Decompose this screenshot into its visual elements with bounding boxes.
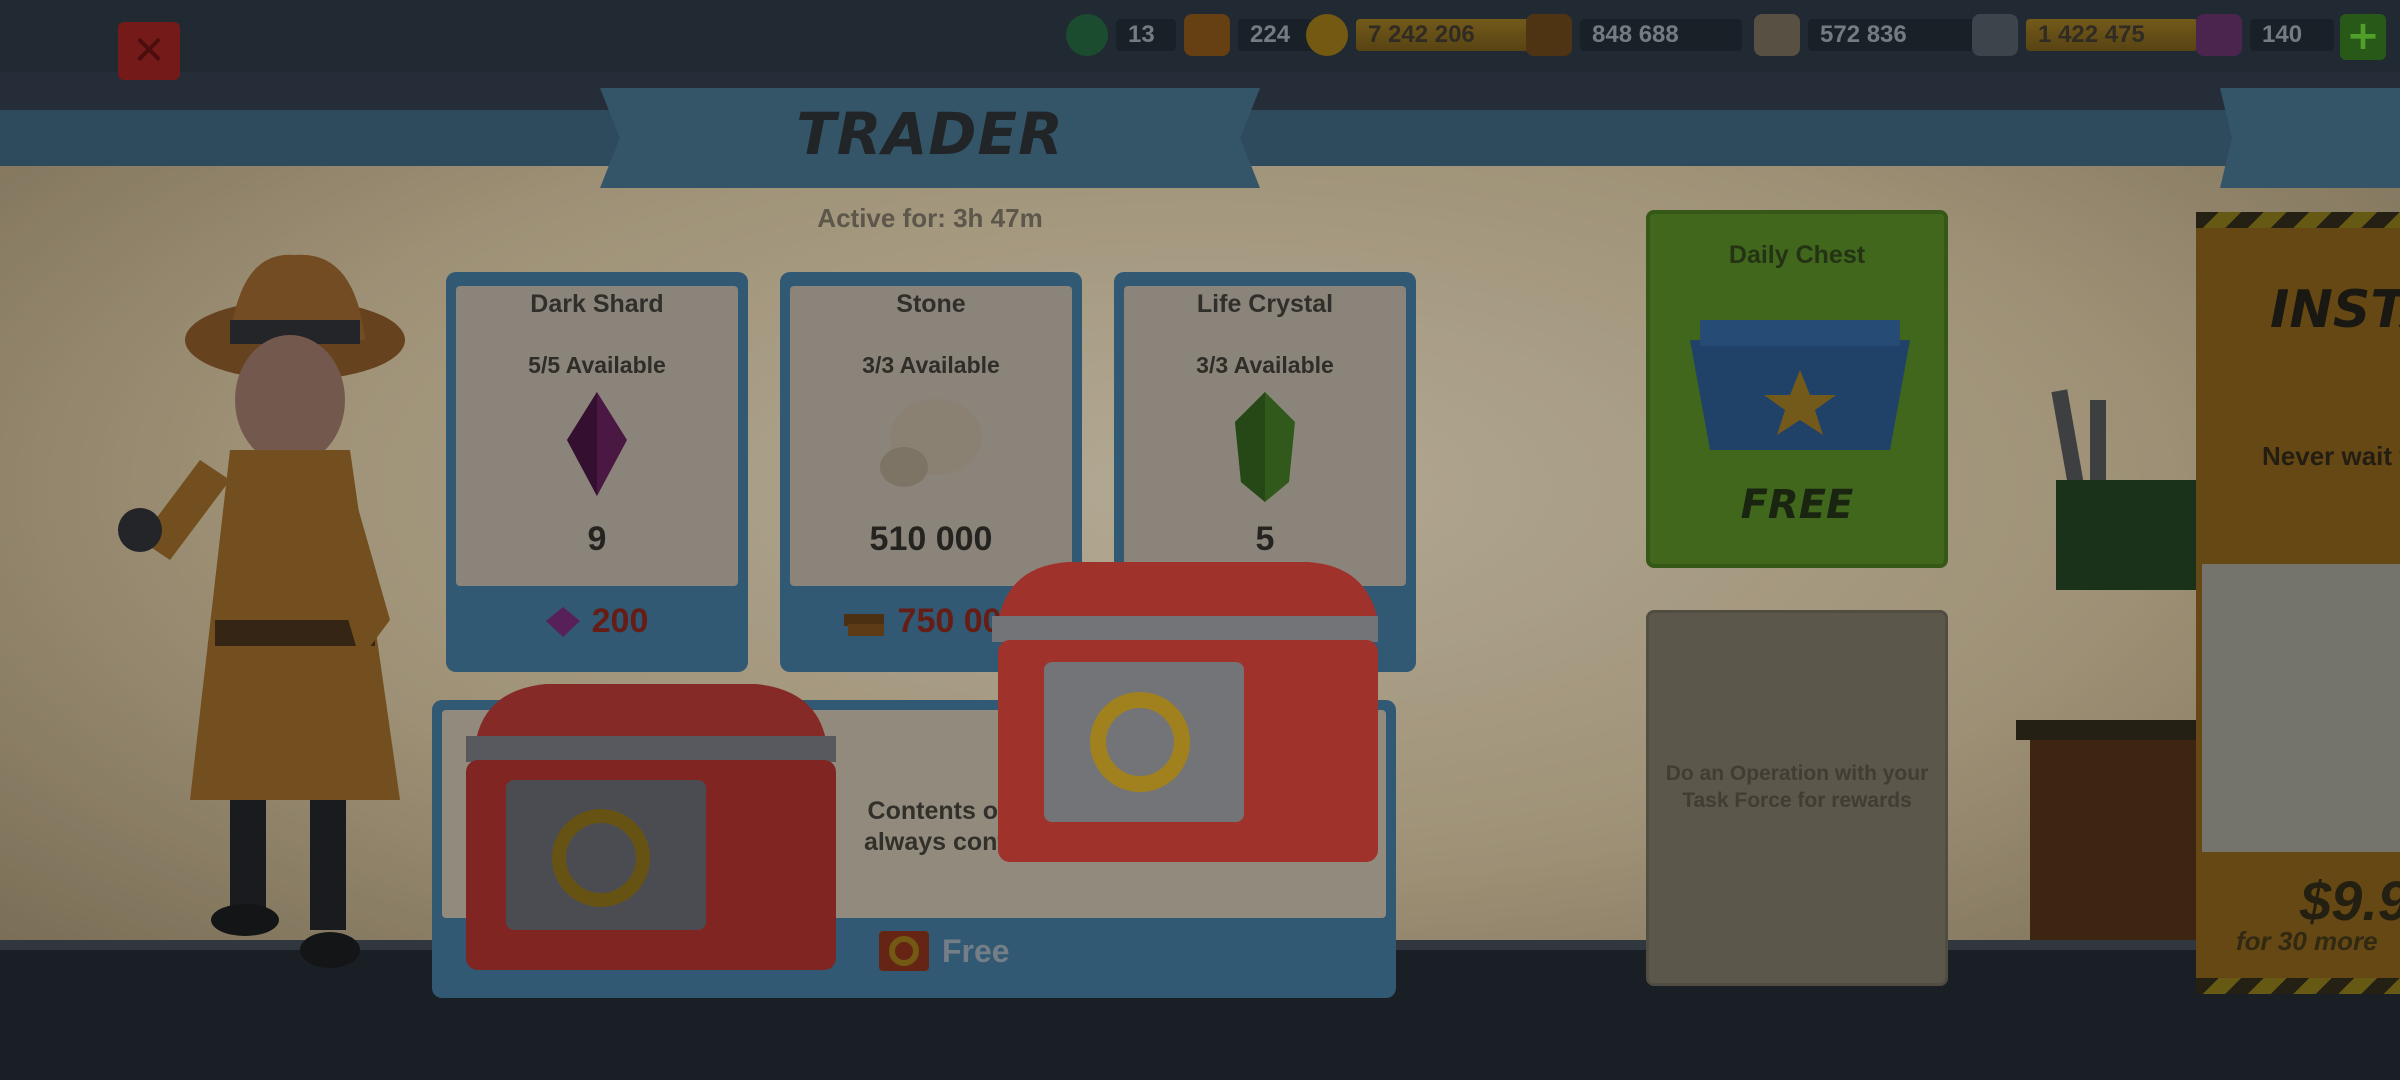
offer-title: INSTANT TRAINING: [2270, 280, 2400, 340]
diamond-counter: 140: [2196, 14, 2334, 56]
gold-value: 7 242 206: [1356, 19, 1532, 51]
trade-quantity: 9: [587, 520, 607, 558]
rank-counter: 13: [1066, 14, 1176, 56]
trade-item-name: Life Crystal: [1196, 290, 1334, 318]
iron-icon: [1972, 14, 2018, 56]
gear-token-counter: 224: [1184, 14, 1314, 56]
game-scene: ✕ 13 224 7 242 206 848 688 572 836 1 422…: [0, 0, 2400, 1080]
trade-card-dark-shard[interactable]: Dark Shard 5/5 Available 9 200: [446, 272, 748, 672]
iron-value: 1 422 475: [2026, 19, 2198, 51]
gear-chest-icon: [992, 562, 1378, 862]
daily-chest-icon: [1690, 320, 1910, 450]
page-title: TRADER: [796, 100, 1064, 168]
offer-price: $9.99: [2300, 869, 2400, 932]
crates-decoration: [2016, 389, 2200, 940]
buy-diamonds-button[interactable]: +: [2340, 14, 2386, 60]
trade-item-name: Dark Shard: [530, 290, 664, 318]
dark-shard-icon: [545, 606, 580, 637]
wood-icon: [1526, 14, 1572, 56]
diamond-value: 140: [2250, 19, 2334, 51]
gear-chest-icon: [466, 684, 836, 970]
chest-price: Free: [878, 930, 1010, 972]
wood-counter: 848 688: [1526, 14, 1742, 56]
dark-shard-icon: [567, 392, 627, 496]
stone-icon: [880, 399, 982, 487]
gear-token-icon: [879, 931, 929, 971]
gold-icon: [1306, 14, 1348, 56]
stone-value: 572 836: [1808, 19, 1978, 51]
trade-price-value: 200: [591, 602, 649, 640]
close-button[interactable]: ✕: [118, 22, 180, 80]
wood-value: 848 688: [1580, 19, 1742, 51]
chest-price-value: Free: [942, 932, 1010, 969]
offer-subtitle: Never wait for troops again: [2262, 441, 2400, 471]
trade-item-name: Stone: [896, 290, 966, 318]
rank-value: 13: [1116, 19, 1176, 51]
daily-chest-price: FREE: [1740, 482, 1854, 528]
rank-icon: [1066, 14, 1108, 56]
gear-token-value: 224: [1238, 19, 1314, 51]
trade-price: 200: [446, 602, 748, 641]
trader-character: [118, 254, 405, 968]
operation-rewards-text: Do an Operation with your Task Force for…: [1665, 762, 1929, 812]
gold-counter: 7 242 206: [1306, 14, 1532, 56]
stone-icon: [1754, 14, 1800, 56]
active-timer: Active for: 3h 47m: [817, 203, 1043, 233]
offer-troops-image: [2202, 564, 2400, 852]
close-icon: ✕: [132, 28, 166, 74]
offer-note: for 30 more: [2236, 926, 2378, 956]
gear-token-icon: [1184, 14, 1230, 56]
iron-counter: 1 422 475: [1972, 14, 2198, 56]
trade-availability: 3/3 Available: [862, 352, 1000, 378]
life-crystal-icon: [1235, 392, 1295, 502]
wood-icon: [843, 613, 884, 636]
hazard-stripe: [2196, 212, 2400, 228]
hazard-stripe: [2196, 978, 2400, 994]
daily-chest-title: Daily Chest: [1728, 241, 1866, 269]
trade-availability: 3/3 Available: [1196, 352, 1334, 378]
offer-banner: [2220, 88, 2400, 188]
stone-counter: 572 836: [1754, 14, 1978, 56]
trade-availability: 5/5 Available: [528, 352, 666, 378]
diamond-icon: [2196, 14, 2242, 56]
